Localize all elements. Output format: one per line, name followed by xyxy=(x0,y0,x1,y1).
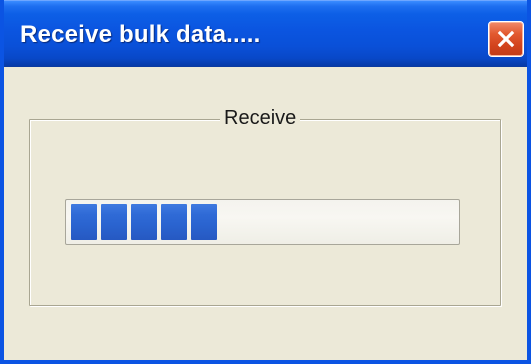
progress-block xyxy=(161,204,187,240)
progress-track xyxy=(71,204,454,240)
progress-block xyxy=(131,204,157,240)
close-icon xyxy=(497,30,515,48)
dialog-content: Receive xyxy=(4,67,527,360)
close-button[interactable] xyxy=(488,21,524,57)
progress-block xyxy=(71,204,97,240)
receive-progress-bar xyxy=(65,199,460,245)
title-bar[interactable]: Receive bulk data..... xyxy=(4,0,527,67)
progress-block xyxy=(191,204,217,240)
progress-block xyxy=(101,204,127,240)
progress-fill xyxy=(71,204,217,240)
receive-group-label: Receive xyxy=(220,107,301,130)
dialog-window: Receive bulk data..... Receive xyxy=(0,0,531,364)
window-title: Receive bulk data..... xyxy=(20,21,261,48)
